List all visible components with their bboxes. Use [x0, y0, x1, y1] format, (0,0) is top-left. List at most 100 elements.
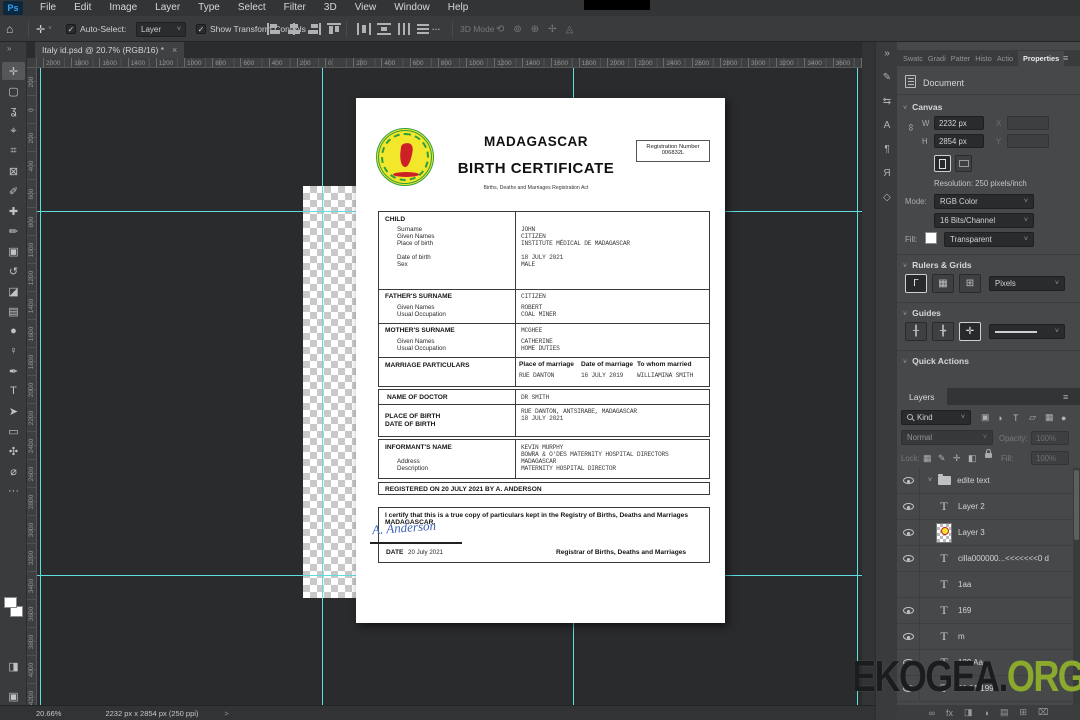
more-options-icon[interactable]: ··· [432, 16, 441, 42]
document-canvas[interactable]: MADAGASCAR BIRTH CERTIFICATE Births, Dea… [356, 98, 725, 623]
home-icon[interactable]: ⌂ [6, 16, 13, 42]
width-field[interactable]: 2232 px [934, 116, 984, 130]
quick-mask-icon[interactable]: ◨ [2, 657, 25, 675]
menu-type[interactable]: Type [189, 0, 229, 16]
filter-toggle-icon[interactable]: ● [1061, 410, 1066, 425]
delete-layer-icon[interactable]: ⌧ [1038, 707, 1048, 718]
add-layer-mask-icon[interactable]: ◨ [964, 707, 973, 718]
character-panel-icon[interactable]: A [876, 120, 898, 131]
quick-actions-header[interactable]: ˅ Quick Actions [903, 356, 969, 366]
menu-file[interactable]: File [31, 0, 65, 16]
visibility-toggle[interactable] [897, 520, 920, 545]
move-tool[interactable]: ✛ [2, 62, 25, 80]
document-tab[interactable]: Italy id.psd @ 20.7% (RGB/16) * × [35, 42, 185, 58]
layer-filter-dropdown[interactable]: Kind ˅ [901, 410, 971, 425]
auto-select-checkbox[interactable]: ✓ [66, 16, 76, 42]
show-transform-checkbox[interactable]: ✓ [196, 16, 206, 42]
layer-row[interactable]: T Layer 2 [897, 494, 1073, 520]
tab-actio[interactable]: Actio [997, 54, 1013, 63]
healing-brush-tool[interactable]: ✚ [2, 202, 25, 220]
lasso-tool[interactable]: ʓ [2, 102, 25, 120]
menu-layer[interactable]: Layer [146, 0, 189, 16]
eyedropper-tool[interactable]: ✐ [2, 182, 25, 200]
menu-filter[interactable]: Filter [275, 0, 315, 16]
menu-image[interactable]: Image [100, 0, 146, 16]
paragraph-panel-icon[interactable]: ¶ [876, 144, 898, 155]
toggle-rulers-button[interactable]: Γ [905, 274, 927, 293]
move-tool-preset-icon[interactable]: ✛ ˅ [36, 16, 52, 42]
zoom-level-field[interactable]: 20.66% [36, 709, 61, 718]
lock-artboard-icon[interactable]: ◧ [968, 451, 977, 466]
lock-all-icon[interactable] [985, 449, 992, 458]
distribute-centers-icon[interactable] [394, 16, 414, 42]
layer-row[interactable]: Tm [897, 624, 1073, 650]
screen-mode-icon[interactable]: ▣ [2, 687, 25, 705]
tab-properties[interactable]: Properties [1018, 50, 1065, 66]
color-mode-dropdown[interactable]: RGB Color ˅ [934, 194, 1034, 209]
portrait-orientation-button[interactable] [934, 155, 951, 172]
zoom-tool[interactable]: ⌀ [2, 462, 25, 480]
blur-tool[interactable]: ● [2, 322, 25, 340]
visibility-toggle[interactable] [897, 546, 920, 571]
history-brush-tool[interactable]: ↺ [2, 262, 25, 280]
height-field[interactable]: 2854 px [934, 134, 984, 148]
new-layer-icon[interactable]: ⊞ [1019, 707, 1027, 718]
collapse-panels-icon[interactable]: » [876, 48, 898, 59]
landscape-orientation-button[interactable] [955, 155, 972, 172]
group-expand-icon[interactable]: ˅ [928, 477, 932, 484]
fill-dropdown[interactable]: Transparent ˅ [944, 232, 1034, 247]
edit-guides-button[interactable]: ✛ [959, 322, 981, 341]
blend-mode-dropdown[interactable]: Normal ˅ [901, 430, 993, 445]
menu-help[interactable]: Help [439, 0, 478, 16]
fill-swatch[interactable] [925, 232, 937, 244]
menu-window[interactable]: Window [385, 0, 439, 16]
tab-layers[interactable]: Layers [897, 388, 947, 405]
guide-style-dropdown[interactable]: ˅ [989, 324, 1065, 339]
edit-toolbar-icon[interactable]: ··· [2, 482, 25, 500]
adjustment-layer-icon[interactable]: ◑ [984, 708, 989, 718]
visibility-toggle[interactable] [897, 468, 920, 493]
brush-settings-icon[interactable]: ✎ [876, 72, 898, 83]
layer-row[interactable]: T 169 [897, 598, 1073, 624]
filter-adjustment-layers-icon[interactable]: ◑ [997, 410, 1002, 425]
tab-swatc[interactable]: Swatc [903, 54, 923, 63]
toggle-grid-button[interactable]: ▦ [932, 274, 954, 293]
collapse-toolbar-icon[interactable]: » [7, 44, 11, 53]
visibility-toggle[interactable] [897, 598, 920, 623]
panel-menu-icon[interactable]: ≡ [1063, 53, 1068, 63]
link-layers-icon[interactable]: ∞ [929, 708, 935, 718]
brush-tool[interactable]: ✏ [2, 222, 25, 240]
libraries-panel-icon[interactable]: ◇ [876, 192, 898, 203]
align-left-icon[interactable] [264, 16, 284, 42]
clone-stamp-tool[interactable]: ▣ [2, 242, 25, 260]
bit-depth-dropdown[interactable]: 16 Bits/Channel ˅ [934, 213, 1034, 228]
menu-view[interactable]: View [346, 0, 386, 16]
menu-select[interactable]: Select [229, 0, 275, 16]
filter-shape-layers-icon[interactable]: ▱ [1029, 410, 1036, 425]
shape-tool[interactable]: ▭ [2, 422, 25, 440]
toggle-guides-button[interactable]: ╂ [905, 322, 927, 341]
new-group-icon[interactable]: ▤ [1000, 707, 1009, 718]
pen-tool[interactable]: ✒ [2, 362, 25, 380]
align-top-icon[interactable] [324, 16, 344, 42]
rulers-grids-header[interactable]: ˅ Rulers & Grids [903, 260, 972, 270]
filter-smart-objects-icon[interactable]: ▦ [1045, 410, 1054, 425]
auto-select-dropdown[interactable]: Layer ˅ [136, 16, 186, 42]
visibility-toggle[interactable] [897, 494, 920, 519]
foreground-color-swatch[interactable] [4, 597, 17, 608]
eraser-tool[interactable]: ◪ [2, 282, 25, 300]
guide-vertical[interactable] [40, 68, 41, 705]
ruler-units-dropdown[interactable]: Pixels ˅ [989, 276, 1065, 291]
filter-pixel-layers-icon[interactable]: ▣ [981, 410, 990, 425]
layer-row[interactable]: Tcilla000000...<<<<<<<0 d [897, 546, 1073, 572]
status-chevron-icon[interactable]: > [224, 709, 228, 718]
align-right-icon[interactable] [304, 16, 324, 42]
guides-header[interactable]: ˅ Guides [903, 308, 941, 318]
glyphs-panel-icon[interactable]: Я [876, 168, 898, 179]
object-selection-tool[interactable]: ⌖ [2, 122, 25, 140]
lock-pixels-icon[interactable]: ✎ [938, 451, 946, 466]
visibility-toggle[interactable] [897, 624, 920, 649]
distribute-vertical-icon[interactable] [374, 16, 394, 42]
tab-gradi[interactable]: Gradi [928, 54, 946, 63]
filter-type-layers-icon[interactable]: T [1013, 410, 1019, 425]
